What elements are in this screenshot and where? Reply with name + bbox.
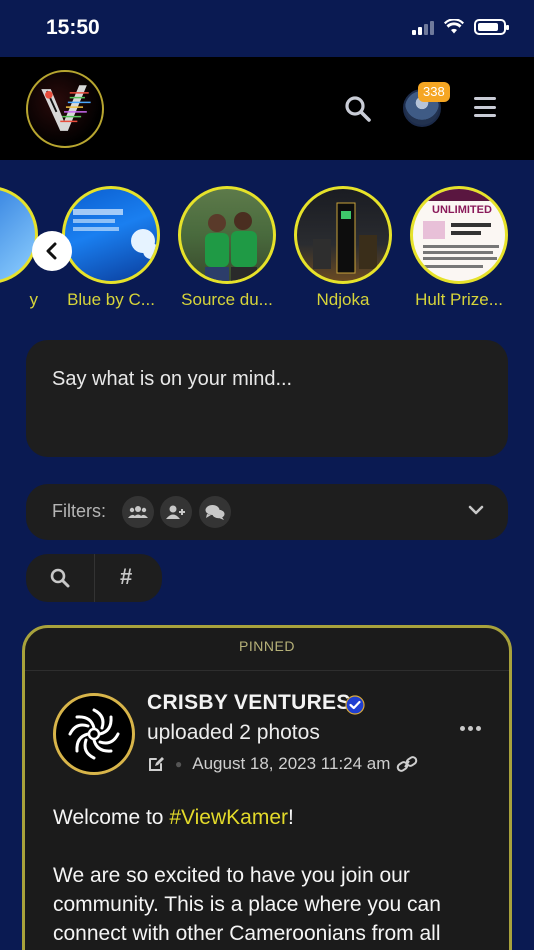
group-icon <box>128 506 148 518</box>
post-body-text: ! <box>288 806 294 829</box>
post-date[interactable]: August 18, 2023 11:24 am <box>192 754 390 774</box>
story-label: Blue by C... <box>67 290 155 309</box>
story-thumbnail <box>0 186 38 284</box>
logo-v-icon <box>41 85 91 131</box>
meta-separator: ● <box>175 757 183 771</box>
story-label: Ndjoka <box>316 290 370 309</box>
story-label: Source du... <box>181 290 273 309</box>
menu-icon[interactable] <box>474 97 496 117</box>
svg-text:UNLIMITED: UNLIMITED <box>432 204 492 216</box>
post-composer[interactable]: Say what is on your mind... <box>26 340 508 457</box>
post-meta: ● August 18, 2023 11:24 am <box>147 754 418 774</box>
stories-prev-button[interactable] <box>32 231 72 271</box>
filter-discussions-button[interactable] <box>199 496 231 528</box>
search-icon[interactable] <box>50 568 70 588</box>
post-divider <box>25 670 509 671</box>
pinned-label: PINNED <box>239 638 295 654</box>
post-paragraph: We are so excited to have you join our c… <box>53 864 441 945</box>
battery-icon <box>474 19 509 35</box>
story-item[interactable]: UNLIMITED Hult Prize... <box>410 186 508 310</box>
story-label: Hult Prize... <box>415 290 503 309</box>
comments-icon <box>205 505 225 520</box>
composer-placeholder: Say what is on your mind... <box>52 368 293 390</box>
post-body-text: Welcome to <box>53 806 170 829</box>
app-header: 338 <box>0 57 534 160</box>
more-options-icon[interactable] <box>460 726 481 731</box>
status-bar: 15:50 <box>0 0 534 57</box>
post-body: Welcome to #ViewKamer! We are so excited… <box>53 803 493 950</box>
notification-badge: 338 <box>418 82 450 102</box>
post-action-text: uploaded 2 photos <box>147 721 320 744</box>
chevron-left-icon <box>46 242 57 260</box>
pinned-post: PINNED CRISBY VENTURES uploaded 2 photos… <box>22 625 512 950</box>
author-name[interactable]: CRISBY VENTURES <box>147 691 351 715</box>
filter-friends-button[interactable] <box>160 496 192 528</box>
story-thumbnail <box>294 186 392 284</box>
tool-divider <box>94 554 95 602</box>
author-avatar[interactable] <box>53 693 135 775</box>
app-logo[interactable] <box>26 70 104 148</box>
add-user-icon <box>166 505 185 519</box>
cellular-signal-icon <box>412 19 434 35</box>
filters-label: Filters: <box>52 501 106 521</box>
link-icon[interactable] <box>396 755 418 773</box>
search-icon[interactable] <box>344 95 372 123</box>
story-thumbnail: UNLIMITED <box>410 186 508 284</box>
status-time: 15:50 <box>46 16 100 39</box>
verified-badge-icon <box>345 695 365 715</box>
chevron-down-icon[interactable] <box>468 504 484 516</box>
stories-carousel: y Blue by C... Source du... Ndjoka UNLIM… <box>0 160 534 325</box>
hashtag-button[interactable]: # <box>120 564 132 590</box>
status-icons <box>412 19 509 35</box>
edit-icon[interactable] <box>147 755 165 773</box>
story-item[interactable]: Blue by C... <box>62 186 160 310</box>
crisby-logo-icon <box>68 708 120 760</box>
story-label: y <box>29 290 39 309</box>
wifi-icon <box>444 19 464 34</box>
story-thumbnail <box>62 186 160 284</box>
hashtag-link[interactable]: #ViewKamer <box>169 806 288 829</box>
story-item[interactable]: Source du... <box>178 186 276 310</box>
story-thumbnail <box>178 186 276 284</box>
filter-groups-button[interactable] <box>122 496 154 528</box>
story-item[interactable]: Ndjoka <box>294 186 392 310</box>
filters-bar[interactable]: Filters: <box>26 484 508 540</box>
search-tools: # <box>26 554 162 602</box>
